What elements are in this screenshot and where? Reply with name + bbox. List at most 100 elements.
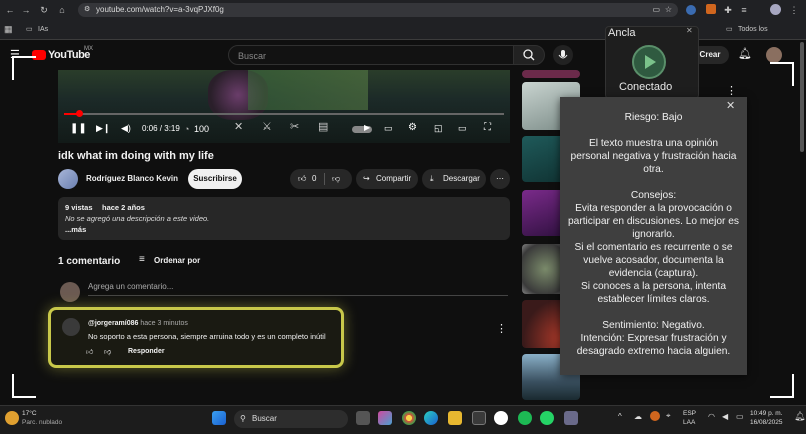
spotify-icon[interactable] <box>518 411 532 425</box>
more-options-icon[interactable]: ⋮ <box>726 84 737 97</box>
pause-icon[interactable]: ❚❚ <box>70 123 87 134</box>
ext-control-4-icon[interactable]: ▤ <box>318 120 328 133</box>
weather-icon[interactable] <box>5 411 19 425</box>
extension-fox-icon[interactable] <box>706 4 716 14</box>
apps-grid-icon[interactable]: ▦ <box>4 20 13 39</box>
back-icon[interactable]: ← <box>4 0 16 20</box>
share-button[interactable]: ↪ Compartir <box>356 169 418 189</box>
extensions-puzzle-icon[interactable]: ✚ <box>722 0 734 20</box>
miniplayer-icon[interactable]: ◱ <box>434 123 443 134</box>
user-avatar[interactable] <box>766 47 782 63</box>
notification-center-icon[interactable]: 🔔︎ <box>794 411 805 422</box>
profile-avatar[interactable] <box>770 4 781 15</box>
app-icon-a[interactable] <box>494 411 508 425</box>
ext-control-1-icon[interactable]: ✕ <box>234 120 243 133</box>
windows-start-icon[interactable] <box>212 411 226 425</box>
copilot-icon[interactable] <box>378 411 392 425</box>
theater-mode-icon[interactable]: ▭ <box>458 123 467 134</box>
next-icon[interactable]: ▶❙ <box>96 123 110 134</box>
location-icon[interactable]: ⌖ <box>666 411 671 421</box>
file-explorer-icon[interactable] <box>448 411 462 425</box>
related-thumbnail-1[interactable] <box>522 70 580 78</box>
reload-icon[interactable]: ↻ <box>38 0 50 20</box>
store-icon[interactable] <box>472 411 486 425</box>
progress-bar[interactable] <box>64 113 504 115</box>
show-more-link[interactable]: ...más <box>65 225 86 234</box>
bookmark-folder-ias[interactable]: IAs <box>38 20 48 39</box>
ext-control-2-icon[interactable]: ⚔ <box>262 120 272 133</box>
task-view-icon[interactable] <box>356 411 370 425</box>
comment-header: @jorgeramí086 hace 3 minutos <box>88 320 188 327</box>
tray-chevron-icon[interactable]: ^ <box>618 412 622 421</box>
panel-close-icon[interactable]: ✕ <box>726 99 735 112</box>
wifi-icon[interactable]: ◠ <box>708 412 715 421</box>
volume-icon[interactable]: ◀) <box>121 123 131 134</box>
language-code[interactable]: ESP <box>683 410 696 418</box>
comment-author-avatar[interactable] <box>62 318 80 336</box>
video-frame-foliage <box>248 70 368 110</box>
bookmark-folder-icon[interactable]: ▭ <box>26 20 33 39</box>
settings-gear-icon[interactable]: ⚙ <box>408 122 417 133</box>
chrome-icon[interactable] <box>402 411 416 425</box>
ancla-toggle-button[interactable] <box>632 45 666 79</box>
channel-avatar[interactable] <box>58 169 78 189</box>
media-icon[interactable]: ≡ <box>738 0 750 20</box>
address-bar[interactable]: ⚙ youtube.com/watch?v=a-3vqPJXf0g ▭ ☆ <box>78 3 678 17</box>
analysis-summary: El texto muestra una opinión personal ne… <box>570 138 737 175</box>
weather-desc[interactable]: Parc. nublado <box>22 419 62 427</box>
clock-time[interactable]: 10:49 p. m. <box>750 410 783 418</box>
dislike-icon[interactable]: 👎︎ <box>332 169 340 189</box>
ancla-close-icon[interactable]: ✕ <box>686 26 693 35</box>
reply-button[interactable]: Responder <box>128 348 165 355</box>
more-actions-button[interactable]: ⋯ <box>490 169 510 189</box>
comment-like-icon[interactable]: 👍︎ <box>86 347 100 356</box>
progress-handle[interactable] <box>76 110 83 117</box>
like-icon[interactable]: 👍︎ <box>298 169 306 189</box>
site-info-icon[interactable]: ⚙ <box>84 3 90 17</box>
all-bookmarks-folder-icon[interactable]: ▭ <box>726 20 733 39</box>
language-layout[interactable]: LAA <box>683 419 695 427</box>
app-icon-b[interactable] <box>564 411 578 425</box>
search-button[interactable] <box>513 45 545 65</box>
weather-temp[interactable]: 17°C <box>22 410 37 418</box>
add-comment-input[interactable]: Agrega un comentario... <box>88 282 508 296</box>
sort-icon[interactable]: ≡ <box>139 254 145 265</box>
like-count: 0 <box>312 174 317 183</box>
comment-dislike-icon[interactable]: 👎︎ <box>104 347 118 356</box>
speaker-icon[interactable]: ◀ <box>722 412 728 421</box>
download-button[interactable]: ⤓ Descargar <box>422 169 486 189</box>
ext-control-3-icon[interactable]: ✂ <box>290 120 299 133</box>
taskbar-search-icon: ⚲ <box>240 414 246 423</box>
search-input[interactable]: Buscar <box>228 45 514 65</box>
time-display: 0:06 / 3:19 <box>142 124 180 133</box>
whatsapp-icon[interactable] <box>540 411 554 425</box>
battery-icon[interactable]: ▭ <box>736 412 744 421</box>
cloud-icon[interactable]: ☁ <box>634 412 642 421</box>
page-scrollbar[interactable] <box>800 42 804 152</box>
comment-author[interactable]: @jorgeramí086 <box>88 320 138 327</box>
taskbar-search[interactable]: ⚲ Buscar <box>234 410 348 428</box>
cast-icon[interactable]: ▭ <box>652 3 660 17</box>
forward-icon[interactable]: → <box>20 0 32 20</box>
comment-menu-icon[interactable]: ⋮ <box>496 322 507 335</box>
browser-menu-icon[interactable]: ⋮ <box>788 0 800 20</box>
frame-corner-top-right <box>770 62 794 86</box>
volume-level-icon: ◔ <box>184 124 190 134</box>
upload-age: hace 2 años <box>102 203 145 212</box>
url-text: youtube.com/watch?v=a-3vqPJXf0g <box>96 5 224 14</box>
bookmark-star-icon[interactable]: ☆ <box>665 3 672 17</box>
notifications-bell-icon[interactable]: 🔔︎ <box>738 47 752 60</box>
clock-date[interactable]: 16/08/2025 <box>750 419 783 427</box>
subscribe-button[interactable]: Suscribirse <box>188 169 242 189</box>
sort-button[interactable]: Ordenar por <box>154 256 200 265</box>
channel-name[interactable]: Rodríguez Blanco Kevin <box>86 174 178 183</box>
subtitles-icon[interactable]: ▭ <box>384 123 393 134</box>
fullscreen-icon[interactable]: ⛶ <box>484 122 491 133</box>
tray-app-icon[interactable] <box>650 411 660 421</box>
extension-globe-icon[interactable] <box>686 5 696 15</box>
home-icon[interactable]: ⌂ <box>56 0 68 20</box>
description-box[interactable]: 9 vistas hace 2 años No se agregó una de… <box>58 197 510 240</box>
edge-icon[interactable] <box>424 411 438 425</box>
voice-search-button[interactable] <box>553 45 573 65</box>
view-count: 9 vistas <box>65 203 93 212</box>
